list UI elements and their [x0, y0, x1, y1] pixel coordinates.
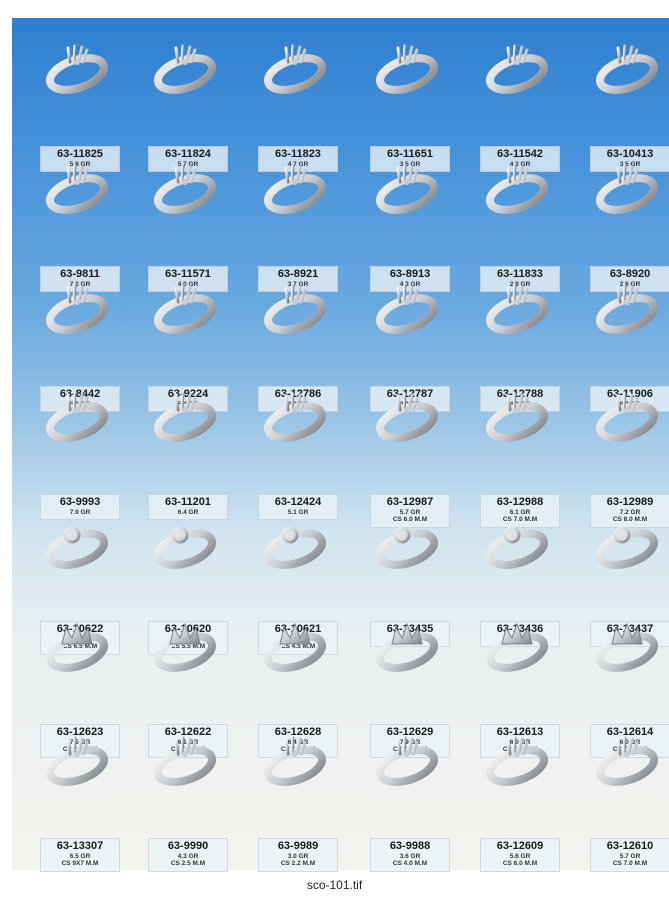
ring-image: [46, 284, 108, 334]
ring-code: 63-12989: [606, 496, 654, 508]
ring-code: 63-11201: [165, 496, 211, 508]
ring-stone-size: CS 9X7 M.M: [61, 860, 99, 868]
ring-image: [264, 284, 326, 334]
ring-item: 63-12609 5.6 GR CS 6.0 M.M: [472, 736, 568, 880]
ring-stone-size: CS 2.2 M.M: [280, 860, 316, 868]
ring-item: 63-12610 5.7 GR CS 7.0 M.M: [582, 736, 669, 880]
ring-weight: 6.5 GR: [69, 852, 91, 860]
ring-image: [596, 164, 658, 214]
ring-image: [264, 44, 326, 94]
ring-label: 63-9988 3.6 GR CS 4.0 M.M: [370, 838, 450, 873]
ring-weight: 4.3 GR: [177, 852, 199, 860]
ring-image: [264, 392, 326, 442]
ring-image: [46, 736, 108, 786]
ring-image: [264, 622, 326, 672]
ring-weight: 3.6 GR: [399, 852, 421, 860]
ring-image: [376, 44, 438, 94]
ring-image: [486, 526, 548, 569]
ring-image: [376, 736, 438, 786]
ring-image: [486, 164, 548, 214]
ring-image: [376, 164, 438, 214]
ring-code: 63-12424: [274, 496, 322, 508]
ring-stone-size: CS 4.0 M.M: [392, 860, 428, 868]
ring-image: [596, 736, 658, 786]
ring-item: 63-9990 4.3 GR CS 2.5 M.M: [140, 736, 236, 880]
ring-code: 63-12609: [496, 840, 544, 852]
ring-code: 63-13307: [56, 840, 104, 852]
ring-image: [596, 44, 658, 94]
ring-label: 63-12610 5.7 GR CS 7.0 M.M: [590, 838, 669, 873]
ring-label: 63-9990 4.3 GR CS 2.5 M.M: [148, 838, 228, 873]
ring-label: 63-13307 6.5 GR CS 9X7 M.M: [40, 838, 120, 873]
catalog-sheet: 63-11825 5.8 GR 63-11824 5.7 GR 63-11823 4.7 …: [12, 18, 669, 873]
ring-image: [154, 392, 216, 442]
ring-code: 63-12988: [496, 496, 544, 508]
ring-code: 63-9993: [59, 496, 101, 508]
ring-image: [46, 164, 108, 214]
ring-item: 63-9988 3.6 GR CS 4.0 M.M: [362, 736, 458, 880]
ring-image: [486, 736, 548, 786]
ring-image: [264, 164, 326, 214]
ring-image: [376, 284, 438, 334]
ring-image: [486, 44, 548, 94]
ring-image: [154, 526, 216, 569]
ring-image: [46, 526, 108, 569]
ring-image: [376, 526, 438, 569]
ring-weight: 3.0 GR: [287, 852, 309, 860]
ring-image: [596, 622, 658, 672]
ring-image: [376, 392, 438, 442]
ring-stone-size: CS 6.0 M.M: [502, 860, 538, 868]
ring-image: [486, 284, 548, 334]
ring-code: 63-9988: [389, 840, 431, 852]
ring-code: 63-12610: [606, 840, 654, 852]
ring-image: [264, 526, 326, 569]
ring-weight: 5.6 GR: [509, 852, 531, 860]
ring-image: [46, 44, 108, 94]
ring-image: [46, 392, 108, 442]
ring-image: [264, 736, 326, 786]
ring-stone-size: CS 2.5 M.M: [170, 860, 206, 868]
ring-image: [486, 392, 548, 442]
ring-image: [596, 526, 658, 569]
ring-image: [596, 392, 658, 442]
ring-label: 63-9989 3.0 GR CS 2.2 M.M: [258, 838, 338, 873]
ring-label: 63-12609 5.6 GR CS 6.0 M.M: [480, 838, 560, 873]
ring-code: 63-9989: [277, 840, 319, 852]
ring-image: [486, 622, 548, 672]
ring-image: [154, 164, 216, 214]
ring-image: [46, 622, 108, 672]
ring-image: [376, 622, 438, 672]
ring-grid: 63-11825 5.8 GR 63-11824 5.7 GR 63-11823 4.7 …: [12, 18, 669, 873]
ring-code: 63-12987: [386, 496, 434, 508]
ring-image: [154, 622, 216, 672]
ring-image: [154, 284, 216, 334]
ring-code: 63-9990: [167, 840, 209, 852]
ring-item: 63-13307 6.5 GR CS 9X7 M.M: [32, 736, 128, 880]
ring-image: [596, 284, 658, 334]
ring-item: 63-9989 3.0 GR CS 2.2 M.M: [250, 736, 346, 880]
ring-image: [154, 736, 216, 786]
ring-stone-size: CS 7.0 M.M: [612, 860, 648, 868]
ring-weight: 5.7 GR: [619, 852, 641, 860]
file-caption: sco-101.tif: [306, 878, 363, 892]
ring-image: [154, 44, 216, 94]
